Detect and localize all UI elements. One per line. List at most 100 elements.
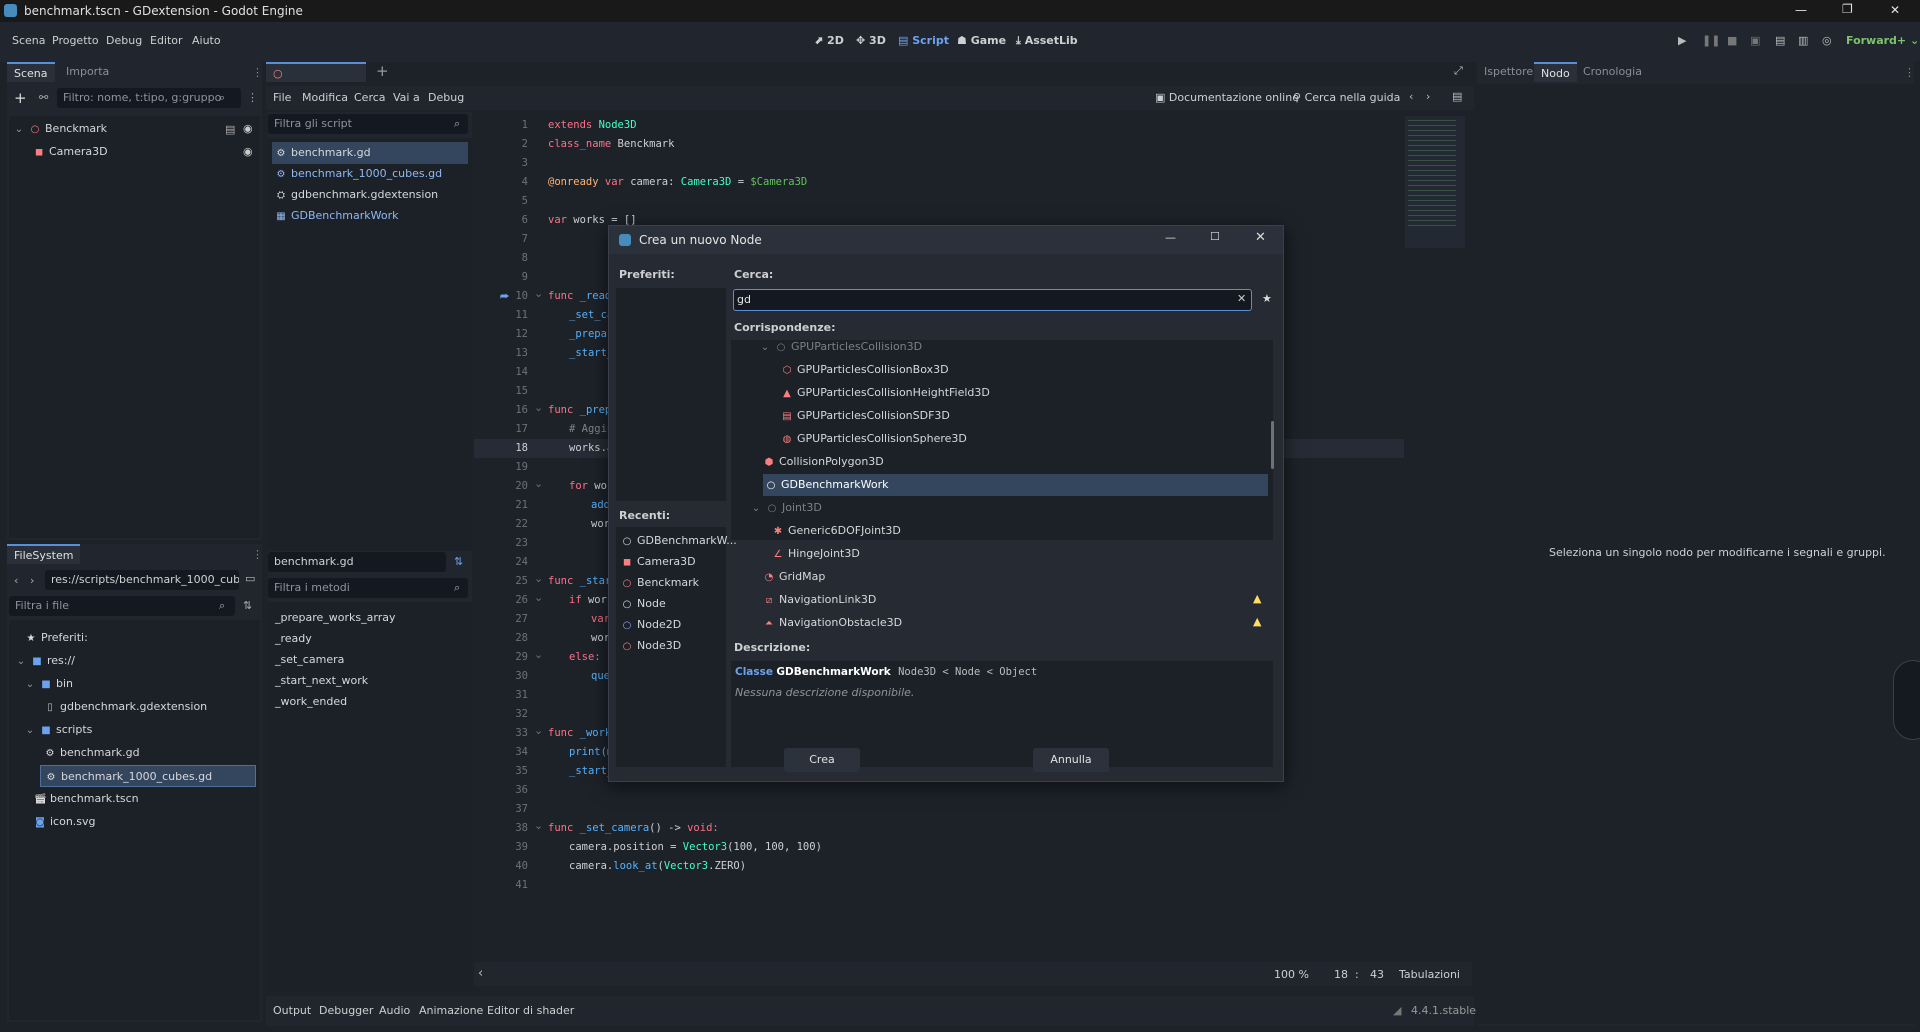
match-gpuparticlescollisionsphere3d[interactable]: ◍ GPUParticlesCollisionSphere3D (781, 428, 967, 450)
maximize-button[interactable]: ❐ (1842, 2, 1853, 16)
scene-node-benckmark[interactable]: ⌄ ○ Benckmark (13, 118, 107, 140)
dock-menu-icon[interactable]: ⋮ (252, 548, 263, 561)
recent-item-node3d[interactable]: ○ Node3D (621, 635, 682, 657)
script-item-gdextension[interactable]: ⛭ gdbenchmark.gdextension (275, 184, 438, 206)
match-navigationobstacle3d[interactable]: ⏶ NavigationObstacle3D (763, 612, 902, 634)
path-field[interactable]: res://scripts/benchmark_1000_cubes.g (45, 570, 239, 590)
file-item-scripts[interactable]: ⌄ ■ scripts (24, 719, 93, 741)
split-view-icon[interactable]: ▭ (245, 572, 255, 585)
script-item-gdbenchmarkwork[interactable]: ▦ GDBenchmarkWork (275, 205, 398, 227)
match-gpuparticlescollisionsdf3d[interactable]: ▤ GPUParticlesCollisionSDF3D (781, 405, 950, 427)
fold-arrow-icon[interactable]: ⌄ (534, 572, 543, 585)
nav-back-icon[interactable]: ‹ (14, 574, 18, 587)
renderer-select[interactable]: Forward+ ⌄ (1846, 34, 1919, 47)
bottom-tab-output[interactable]: Output (273, 1004, 311, 1017)
recent-item-node[interactable]: ○ Node (621, 593, 666, 615)
scene-filter-input[interactable]: Filtro: nome, t:tipo, g:gruppo (57, 88, 241, 108)
file-item-benchmark-tscn[interactable]: 🎬︎ benchmark.tscn (34, 788, 139, 810)
menu-aiuto[interactable]: Aiuto (192, 34, 221, 47)
tab-benchmark[interactable]: ○ benchmark✕ (266, 62, 366, 100)
favorite-star-icon[interactable]: ★ (1262, 292, 1272, 305)
zoom-level[interactable]: 100 % (1274, 968, 1309, 981)
match-gdbenchmarkwork[interactable]: ○ GDBenchmarkWork (763, 474, 1268, 496)
doc-online-link[interactable]: ▣ Documentazione online (1155, 91, 1299, 104)
match-collisionpolygon3d[interactable]: ⬢ CollisionPolygon3D (763, 451, 884, 473)
toggle-scripts-icon[interactable]: ‹ (478, 966, 483, 981)
match-hingejoint3d[interactable]: ∠ HingeJoint3D (772, 543, 860, 565)
file-item-favorites[interactable]: ★ Preferiti: (25, 627, 88, 649)
add-node-icon[interactable]: + (14, 89, 27, 107)
fold-arrow-icon[interactable]: ⌄ (534, 819, 543, 832)
file-filter-input[interactable]: Filtra i file (9, 596, 235, 616)
cancel-button[interactable]: Annulla (1033, 748, 1109, 772)
dock-menu-icon[interactable]: ⋮ (1904, 66, 1915, 79)
script-menu-modifica[interactable]: Modifica (302, 91, 348, 104)
visibility-icon[interactable]: ◉ (243, 122, 253, 135)
file-item-benchmark-1000[interactable]: ⚙ benchmark_1000_cubes.gd (40, 765, 256, 787)
script-menu-vai[interactable]: Vai a (393, 91, 420, 104)
add-tab-icon[interactable]: + (376, 62, 389, 80)
match-gpuparticlescollisionheightfield3d[interactable]: ▲ GPUParticlesCollisionHeightField3D (781, 382, 990, 404)
search-input[interactable]: gd (733, 289, 1252, 311)
tab-cronologia[interactable]: Cronologia (1576, 62, 1649, 82)
sort-icon[interactable]: ⇅ (454, 555, 463, 568)
tab-scena[interactable]: Scena (7, 62, 55, 82)
recent-item-gdbenchmarkwork[interactable]: ○ GDBenchmarkW... (621, 530, 737, 552)
create-button[interactable]: Crea (784, 748, 860, 772)
match-navigationlink3d[interactable]: ⧄ NavigationLink3D (763, 589, 877, 611)
script-icon[interactable]: ▤ (225, 123, 235, 136)
indent-mode[interactable]: Tabulazioni (1399, 968, 1460, 981)
history-back-icon[interactable]: ‹ (1409, 90, 1413, 103)
method-item[interactable]: _set_camera (275, 649, 344, 671)
bottom-tab-audio[interactable]: Audio (379, 1004, 410, 1017)
link-icon[interactable]: ⚯ (39, 91, 48, 104)
menu-progetto[interactable]: Progetto (52, 34, 99, 47)
scene-node-camera3d[interactable]: ◼ Camera3D (33, 141, 108, 163)
file-item-res[interactable]: ⌄ ■ res:// (15, 650, 75, 672)
fold-arrow-icon[interactable]: ⌄ (534, 287, 543, 300)
script-item-benchmark[interactable]: ⚙ benchmark.gd (272, 142, 468, 164)
search-help-link[interactable]: ⚲ Cerca nella guida (1293, 91, 1400, 104)
visibility-icon[interactable]: ◉ (243, 145, 253, 158)
script-item-benchmark-1000[interactable]: ⚙ benchmark_1000_cubes.gd (275, 163, 443, 185)
dialog-close-button[interactable]: ✕ (1255, 230, 1266, 245)
workspace-assetlib[interactable]: ⤓ AssetLib (1016, 34, 1078, 48)
stop-icon[interactable]: ■ (1727, 34, 1737, 47)
workspace-2d[interactable]: ⬈ 2D (814, 34, 844, 47)
fold-arrow-icon[interactable]: ⌄ (534, 724, 543, 737)
tab-nodo[interactable]: Nodo (1534, 62, 1577, 82)
match-joint3d[interactable]: ⌄ ○ Joint3D (750, 497, 822, 519)
fold-arrow-icon[interactable]: ⌄ (534, 648, 543, 661)
workspace-script[interactable]: ▤ Script (898, 34, 949, 47)
match-gpuparticlescollisionbox3d[interactable]: ⬡ GPUParticlesCollisionBox3D (781, 359, 949, 381)
recent-item-node2d[interactable]: ○ Node2D (621, 614, 682, 636)
file-item-icon-svg[interactable]: ◙ icon.svg (34, 811, 95, 833)
script-menu-cerca[interactable]: Cerca (354, 91, 386, 104)
method-item[interactable]: _prepare_works_array (275, 607, 396, 629)
workspace-game[interactable]: ☗ Game (957, 34, 1006, 47)
script-menu-debug[interactable]: Debug (428, 91, 464, 104)
tab-filesystem[interactable]: FileSystem (7, 544, 81, 564)
fold-arrow-icon[interactable]: ⌄ (534, 477, 543, 490)
method-item[interactable]: _start_next_work (275, 670, 368, 692)
play-custom-icon[interactable]: ▥ (1798, 34, 1808, 47)
menu-debug[interactable]: Debug (106, 34, 142, 47)
method-filter-input[interactable]: Filtra i metodi (268, 578, 468, 598)
close-button[interactable]: ✕ (1890, 3, 1900, 17)
minimize-button[interactable]: — (1795, 3, 1807, 17)
match-gridmap[interactable]: ◔ GridMap (763, 566, 826, 588)
remote-debug-icon[interactable]: ▣ (1750, 34, 1760, 47)
play-icon[interactable]: ▶ (1678, 34, 1686, 47)
dialog-maximize-button[interactable]: ☐ (1210, 230, 1220, 243)
pause-icon[interactable]: ❚❚ (1702, 34, 1720, 47)
dialog-minimize-button[interactable]: — (1165, 231, 1176, 244)
bottom-tab-debugger[interactable]: Debugger (319, 1004, 373, 1017)
play-scene-icon[interactable]: ▤ (1775, 34, 1785, 47)
file-item-gdextension[interactable]: ▯ gdbenchmark.gdextension (44, 696, 207, 718)
distraction-free-icon[interactable]: ⤢ (1454, 64, 1463, 78)
nav-forward-icon[interactable]: › (30, 574, 34, 587)
bottom-tab-animazione[interactable]: Animazione (419, 1004, 483, 1017)
bottom-tab-shader-editor[interactable]: Editor di shader (487, 1004, 574, 1017)
match-gpuparticlescollision3d[interactable]: ⌄ ○ GPUParticlesCollision3D (759, 336, 922, 358)
file-item-bin[interactable]: ⌄ ■ bin (24, 673, 73, 695)
